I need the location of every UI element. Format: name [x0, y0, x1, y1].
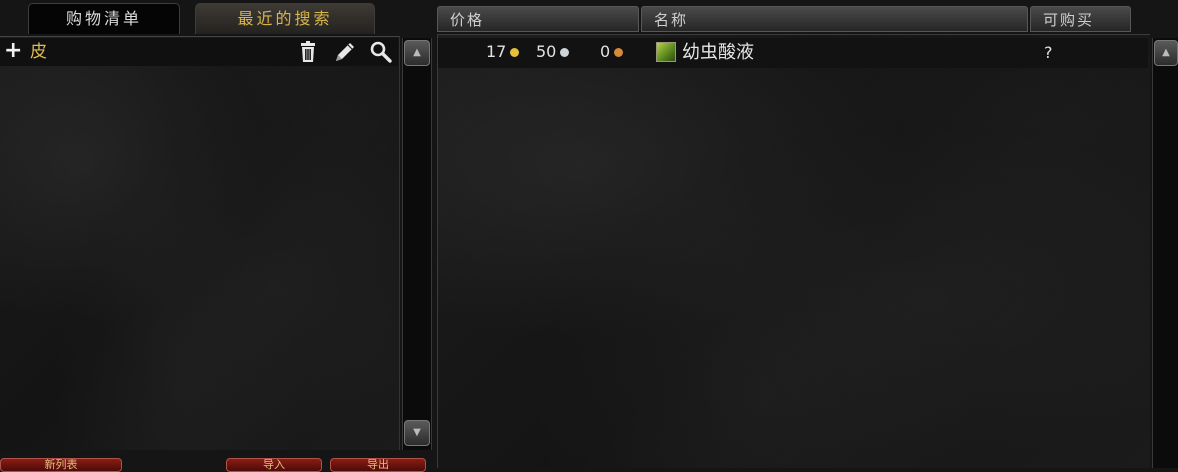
- shopping-list-panel: [0, 36, 400, 450]
- copper-coin-icon: [614, 48, 624, 57]
- export-button[interactable]: 导出: [330, 458, 426, 472]
- price-silver: 50: [536, 42, 570, 61]
- pencil-icon[interactable]: [333, 40, 357, 64]
- tab-recent-searches[interactable]: 最近的搜索: [195, 3, 375, 34]
- price-copper-value: 0: [600, 42, 611, 61]
- table-row[interactable]: 17 50 0 幼虫酸液 ?: [438, 38, 1148, 68]
- list-scroll-up-button[interactable]: ▲: [404, 40, 430, 66]
- results-panel: [437, 34, 1150, 468]
- tab-shopping-list[interactable]: 购物清单: [28, 3, 180, 34]
- results-scrollbar[interactable]: [1152, 38, 1178, 468]
- acid-item-icon[interactable]: [656, 42, 676, 62]
- list-scrollbar[interactable]: [402, 38, 432, 450]
- list-item-label: 皮: [30, 42, 47, 62]
- item-buyable: ?: [1044, 43, 1053, 62]
- add-item-icon[interactable]: +: [4, 38, 22, 64]
- item-name[interactable]: 幼虫酸液: [682, 40, 754, 66]
- import-button[interactable]: 导入: [226, 458, 322, 472]
- results-scroll-up-button[interactable]: ▲: [1154, 40, 1178, 66]
- silver-coin-icon: [560, 48, 570, 57]
- column-header-name[interactable]: 名称: [641, 6, 1028, 32]
- price-gold: 17: [486, 42, 520, 61]
- price-copper: 0: [600, 42, 624, 61]
- column-header-buyable[interactable]: 可购买: [1030, 6, 1131, 32]
- price-gold-value: 17: [486, 42, 507, 61]
- column-header-price[interactable]: 价格: [437, 6, 639, 32]
- price-silver-value: 50: [536, 42, 557, 61]
- list-item[interactable]: + 皮: [0, 38, 398, 66]
- new-list-button[interactable]: 新列表: [0, 458, 122, 472]
- gold-coin-icon: [510, 48, 520, 57]
- trash-icon[interactable]: [297, 41, 319, 63]
- list-scroll-down-button[interactable]: ▼: [404, 420, 430, 446]
- magnifier-icon[interactable]: [369, 40, 393, 64]
